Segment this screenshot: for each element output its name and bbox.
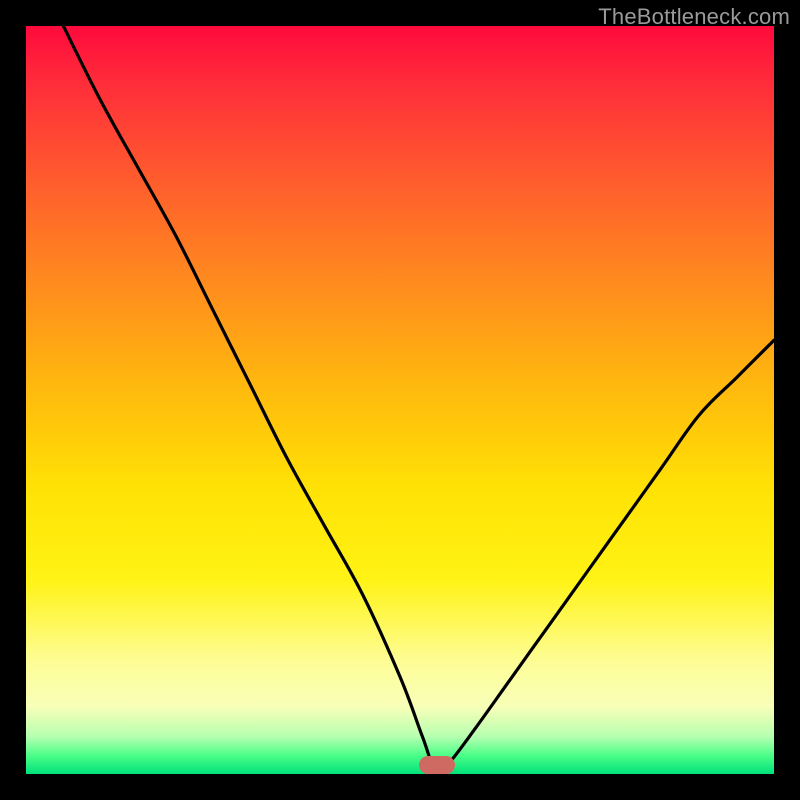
curve-svg	[26, 26, 774, 774]
chart-frame: TheBottleneck.com	[0, 0, 800, 800]
minimum-marker	[419, 756, 455, 774]
plot-area	[26, 26, 774, 774]
bottleneck-curve-path	[63, 26, 774, 774]
watermark-text: TheBottleneck.com	[598, 4, 790, 30]
